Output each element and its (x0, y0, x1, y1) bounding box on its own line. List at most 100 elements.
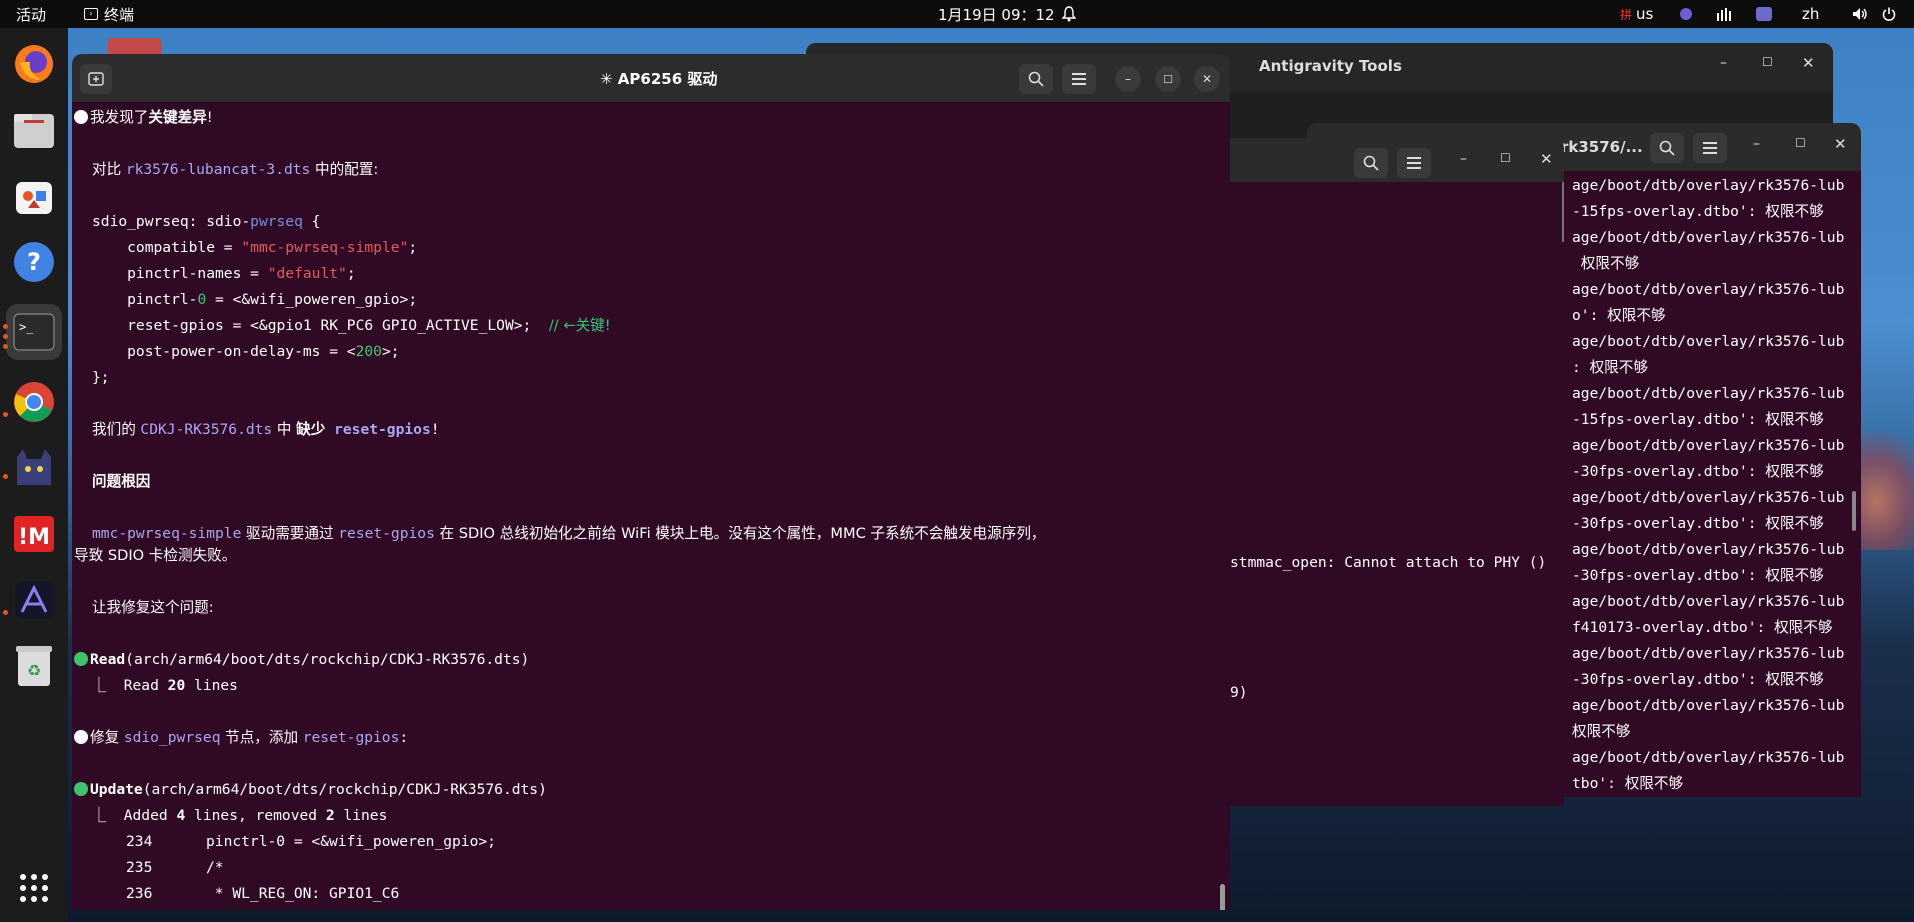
help-icon[interactable]: ? (10, 238, 58, 286)
tray-app-icon[interactable] (1680, 0, 1692, 28)
output-line: -30fps-overlay.dtbo': 权限不够 (1572, 515, 1824, 532)
window-title: ✳ AP6256 驱动 (600, 70, 718, 88)
terminal-window-stmmac[interactable]: – ☐ ✕ stmmac_open: Cannot attach to PHY … (1212, 138, 1564, 806)
notification-bell-icon (1062, 0, 1076, 28)
chrome-icon[interactable] (10, 378, 58, 426)
new-tab-button[interactable] (80, 64, 112, 94)
output-line: age/boot/dtb/overlay/rk3576-lub (1572, 749, 1845, 766)
search-icon (1659, 140, 1675, 156)
fix-line: 修复 sdio_pwrseq 节点，添加 reset-gpios: (74, 727, 408, 749)
scrollbar-thumb[interactable] (1562, 182, 1564, 242)
window-title: Antigravity Tools (1259, 57, 1402, 75)
read-result-line: ⎿ Read 20 lines (74, 677, 238, 694)
terminal-icon[interactable]: >_ (6, 304, 62, 360)
minimize-button[interactable]: – (1720, 55, 1727, 71)
output-line: age/boot/dtb/overlay/rk3576-lub (1572, 333, 1845, 350)
running-indicator (3, 412, 8, 417)
maximize-button[interactable]: ☐ (1762, 55, 1773, 69)
output-line: age/boot/dtb/overlay/rk3576-lub (1572, 489, 1845, 506)
output-line: o': 权限不够 (1572, 307, 1666, 324)
success-dot-icon (74, 652, 88, 666)
output-line: age/boot/dtb/overlay/rk3576-lub (1572, 645, 1845, 662)
maximize-icon: ☐ (1163, 72, 1173, 86)
terminal-output[interactable]: stmmac_open: Cannot attach to PHY () 9) (1212, 182, 1564, 806)
output-line: -30fps-overlay.dtbo': 权限不够 (1572, 463, 1824, 480)
output-line: age/boot/dtb/overlay/rk3576-lub (1572, 541, 1845, 558)
dock: ? >_ !M ♻ (0, 28, 68, 922)
hamburger-icon (1407, 157, 1421, 169)
code-line: post-power-on-delay-ms = <200>; (92, 343, 400, 360)
search-icon (1363, 155, 1379, 171)
terminal-window-main[interactable]: ✳ AP6256 驱动 – ☐ ✕ 我发现了关键差异! 对比 rk3576-lu… (72, 54, 1230, 910)
trash-icon[interactable]: ♻ (10, 642, 58, 690)
output-line: age/boot/dtb/overlay/rk3576-lub (1572, 229, 1845, 246)
activities-button[interactable]: 活动 (16, 0, 46, 28)
svg-text:?: ? (27, 248, 41, 276)
search-button[interactable] (1650, 133, 1684, 163)
output-line: 权限不够 (1572, 723, 1631, 740)
active-app-menu[interactable]: › 终端 (84, 0, 134, 28)
output-line: 9) (1230, 684, 1248, 701)
code-line: compatible = "mmc-pwrseq-simple"; (92, 239, 418, 256)
volume-icon[interactable] (1852, 0, 1868, 28)
language-indicator[interactable]: zh (1802, 0, 1819, 28)
output-line: age/boot/dtb/overlay/rk3576-lub (1572, 593, 1845, 610)
foxit-icon[interactable]: !M (10, 510, 58, 558)
network-icon[interactable] (1716, 0, 1732, 28)
maximize-button[interactable]: ☐ (1795, 136, 1806, 150)
minimize-button[interactable]: – (1753, 136, 1760, 152)
cat-app-icon[interactable] (10, 444, 58, 492)
output-line: -15fps-overlay.dtbo': 权限不够 (1572, 203, 1824, 220)
minimize-button[interactable]: – (1460, 151, 1467, 167)
app-center-icon[interactable] (10, 172, 58, 220)
clock[interactable]: 1月19日 09：12 (938, 0, 1055, 28)
scrollbar-thumb[interactable] (1220, 884, 1225, 910)
hamburger-icon (1703, 142, 1717, 154)
maximize-button[interactable]: ☐ (1500, 151, 1511, 165)
compare-line: 对比 rk3576-lubancat-3.dts 中的配置: (92, 161, 379, 178)
power-icon[interactable] (1882, 0, 1896, 28)
output-line: -15fps-overlay.dtbo': 权限不够 (1572, 411, 1824, 428)
diff-line: 235/* (126, 859, 224, 876)
close-button[interactable]: ✕ (1540, 150, 1553, 168)
running-indicator (3, 344, 8, 349)
app-grid-icon[interactable] (10, 864, 58, 912)
firefox-icon[interactable] (10, 40, 58, 88)
menu-button[interactable] (1062, 64, 1096, 94)
menu-button[interactable] (1693, 133, 1727, 163)
output-line: age/boot/dtb/overlay/rk3576-lub (1572, 281, 1845, 298)
missing-line: 我们的 CDKJ-RK3576.dts 中 缺少 reset-gpios! (92, 421, 440, 438)
maximize-button[interactable]: ☐ (1155, 66, 1181, 92)
code-line: pinctrl-names = "default"; (92, 265, 356, 282)
output-line: f410173-overlay.dtbo': 权限不够 (1572, 619, 1833, 636)
success-dot-icon (74, 782, 88, 796)
output-line: -30fps-overlay.dtbo': 权限不够 (1572, 567, 1824, 584)
menu-button[interactable] (1397, 148, 1431, 178)
minimize-button[interactable]: – (1115, 66, 1141, 92)
close-button[interactable]: ✕ (1194, 66, 1220, 92)
search-icon (1028, 71, 1044, 87)
diff-line: 236 * WL_REG_ON: GPIO1_C6 (126, 885, 400, 902)
files-icon[interactable] (10, 106, 58, 154)
output-line: -30fps-overlay.dtbo': 权限不够 (1572, 671, 1824, 688)
search-button[interactable] (1019, 64, 1053, 94)
antigravity-icon[interactable] (10, 576, 58, 624)
terminal-output[interactable]: 我发现了关键差异! 对比 rk3576-lubancat-3.dts 中的配置:… (72, 102, 1230, 910)
output-line: age/boot/dtb/overlay/rk3576-lub (1572, 697, 1845, 714)
scrollbar-thumb[interactable] (1852, 491, 1856, 531)
minimize-icon: – (1125, 72, 1131, 86)
tray-cat-icon[interactable] (1756, 0, 1772, 28)
explain-line-2: 导致 SDIO 卡检测失败。 (74, 547, 237, 564)
explain-line: mmc-pwrseq-simple 驱动需要通过 reset-gpios 在 S… (92, 525, 1046, 542)
bullet-icon (74, 730, 88, 744)
output-line: : 权限不够 (1572, 359, 1648, 376)
code-line: sdio_pwrseq: sdio-pwrseq { (92, 213, 321, 230)
active-app-name: 终端 (104, 5, 135, 24)
search-button[interactable] (1354, 148, 1388, 178)
input-indicator[interactable]: 拼 us (1620, 0, 1653, 28)
output-line: stmmac_open: Cannot attach to PHY () (1230, 554, 1547, 571)
output-line: age/boot/dtb/overlay/rk3576-lub (1572, 385, 1845, 402)
close-button[interactable]: ✕ (1834, 135, 1847, 153)
running-indicator (3, 474, 8, 479)
close-button[interactable]: ✕ (1802, 54, 1815, 72)
